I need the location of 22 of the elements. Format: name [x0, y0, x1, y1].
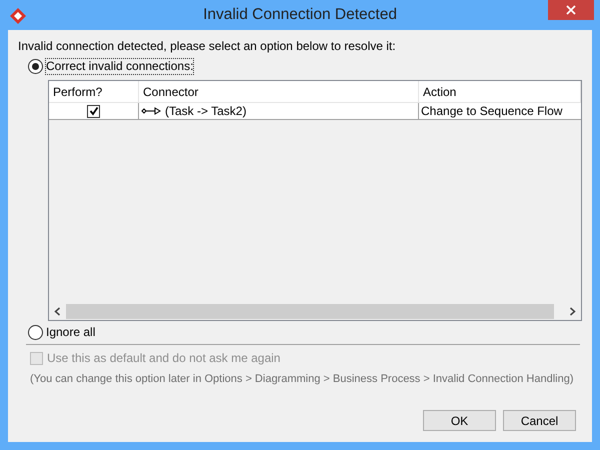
message-text: Invalid connection detected, please select an option below to resolve it: — [18, 38, 397, 53]
checkbox-label: Use this as default and do not ask me again — [47, 350, 280, 367]
app-logo-icon — [9, 7, 27, 25]
radio-label[interactable]: Correct invalid connections: — [46, 59, 194, 74]
column-header[interactable]: Connector — [139, 81, 419, 102]
close-icon — [566, 5, 576, 15]
radio-button[interactable] — [28, 59, 43, 74]
hint-text: (You can change this option later in Options > Diagramming > Business Process > Invalid Connection Handling) — [30, 372, 574, 386]
scroll-right-icon[interactable] — [569, 307, 576, 316]
scroll-left-icon[interactable] — [54, 307, 61, 316]
table-cell-text: Change to Sequence Flow — [420, 103, 564, 119]
radio-label[interactable]: Ignore all — [46, 325, 96, 340]
radio-button[interactable] — [28, 325, 43, 340]
window-title: Invalid Connection Detected — [203, 5, 397, 26]
connector-icon — [141, 107, 161, 115]
column-header[interactable]: Action — [419, 81, 581, 102]
close-button[interactable] — [548, 0, 594, 20]
column-header[interactable]: Perform? — [49, 81, 139, 102]
checkbox[interactable] — [87, 104, 100, 118]
dialog-button[interactable]: Cancel — [503, 410, 576, 431]
dialog-button[interactable]: OK — [423, 410, 496, 431]
table-cell-text: (Task -> Task2) — [165, 103, 246, 120]
